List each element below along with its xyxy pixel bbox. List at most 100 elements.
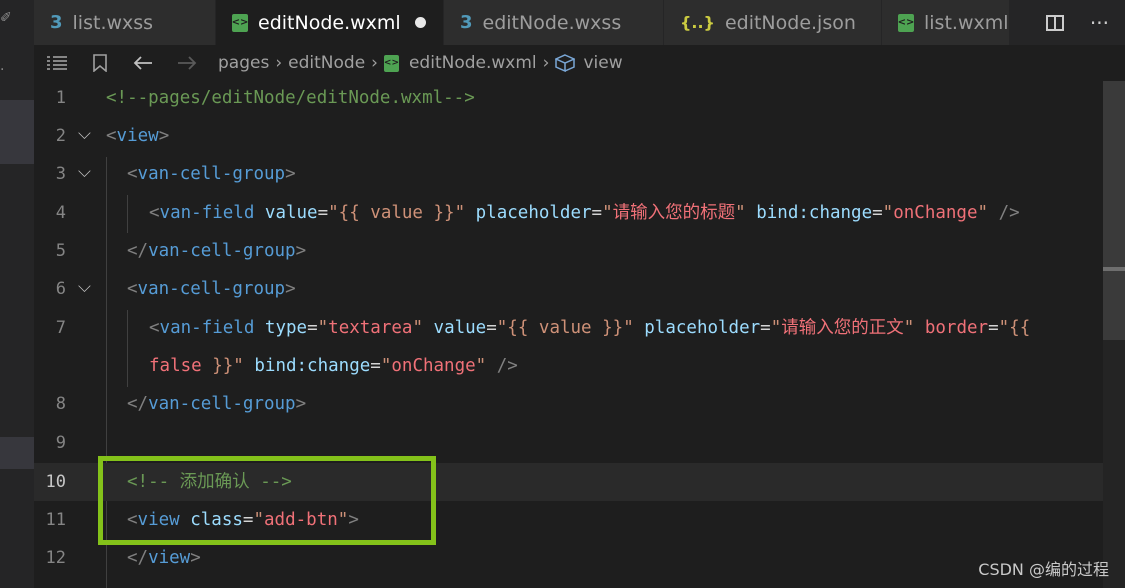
token-string: textarea [328, 318, 413, 338]
editor-tab-bar: 3 list.wxss <> editNode.wxml 3 editNode.… [34, 0, 1125, 45]
split-editor-icon[interactable] [1045, 14, 1064, 31]
vertical-scrollbar[interactable] [1103, 81, 1125, 588]
code-line-3[interactable]: 3 ⌵ <van-cell-group> [34, 155, 1104, 193]
json-icon: {..} [680, 13, 715, 32]
code-line-7[interactable]: 7 <van-field type="textarea" value="{{ v… [34, 309, 1104, 347]
line-number: 2 [55, 126, 66, 146]
cube-icon [555, 54, 576, 72]
token-punc: </ [127, 241, 149, 261]
token-attr: placeholder [465, 203, 592, 223]
code-line-12[interactable]: 12 </view> [34, 539, 1104, 577]
token-punc: /> [486, 356, 518, 376]
activity-edge-icon: ✐ [0, 10, 12, 26]
code-comment: <!-- 添加确认 --> [127, 472, 292, 492]
back-arrow-icon[interactable] [132, 55, 154, 71]
code-line-1[interactable]: 1 <!--pages/editNode/editNode.wxml--> [34, 79, 1104, 117]
token-eq: = [317, 203, 329, 223]
token-string: false [149, 356, 202, 376]
code-line-4[interactable]: 4 <van-field value="{{ value }}" placeho… [34, 194, 1104, 232]
breadcrumb-item-editnode[interactable]: editNode [288, 53, 365, 73]
token-punc: > [285, 164, 296, 184]
activity-item-selected[interactable] [0, 100, 34, 164]
fold-chevron-icon[interactable]: ⌵ [78, 155, 91, 189]
code-line-5[interactable]: 5 </van-cell-group> [34, 232, 1104, 270]
token-punc: < [149, 203, 160, 223]
code-line-7-wrap[interactable]: false }}" bind:change="onChange" /> [34, 347, 1104, 385]
outline-list-icon[interactable] [46, 55, 68, 71]
tab-label: list.wxml [924, 11, 1009, 34]
code-comment: <!--pages/editNode/editNode.wxml--> [106, 88, 475, 108]
wxml-icon: <> [384, 54, 399, 72]
tab-editnode-json[interactable]: {..} editNode.json [664, 0, 882, 45]
activity-item-lower[interactable] [0, 437, 34, 469]
token-tag: van-field [159, 203, 255, 223]
code-editor[interactable]: 1 <!--pages/editNode/editNode.wxml--> 2 … [34, 81, 1125, 588]
css-icon: 3 [460, 12, 473, 33]
token-string: "{{ value }}" [328, 203, 466, 223]
token-quote: " [903, 318, 915, 338]
tab-label: editNode.json [724, 11, 856, 34]
line-number: 5 [55, 241, 66, 261]
token-punc: > [295, 394, 307, 414]
fold-chevron-icon[interactable]: ⌵ [78, 270, 91, 304]
tab-label: editNode.wxml [258, 11, 401, 34]
code-line-10[interactable]: 10 <!-- 添加确认 --> [34, 463, 1104, 501]
token-punc: < [127, 164, 138, 184]
code-text: <van-cell-group> [127, 270, 296, 308]
code-line-8[interactable]: 8 </van-cell-group> [34, 385, 1104, 423]
token-quote: " [735, 203, 746, 223]
more-actions-icon[interactable]: ··· [1090, 11, 1109, 35]
token-quote: " [253, 510, 265, 530]
token-punc: > [158, 126, 170, 146]
fold-chevron-icon[interactable]: ⌵ [78, 117, 91, 151]
breadcrumb-item-view[interactable]: view [583, 53, 622, 73]
token-quote: " [317, 318, 329, 338]
token-punc: > [348, 510, 359, 530]
token-punc: < [106, 126, 117, 146]
token-eq: = [872, 203, 883, 223]
tab-actions: ··· [1045, 0, 1125, 45]
token-punc: < [127, 510, 138, 530]
token-quote: " [475, 356, 487, 376]
code-line-2[interactable]: 2 ⌵ <view> [34, 117, 1104, 155]
forward-arrow-icon[interactable] [176, 55, 198, 71]
code-line-9[interactable]: 9 [34, 424, 1104, 462]
token-punc: > [285, 279, 296, 299]
bookmark-icon[interactable] [92, 54, 108, 72]
tab-editnode-wxss[interactable]: 3 editNode.wxss [444, 0, 664, 45]
unsaved-dot-icon[interactable] [414, 17, 426, 28]
css-icon: 3 [50, 12, 63, 33]
token-eq: = [988, 318, 999, 338]
chevron-right-icon: › [371, 53, 378, 73]
line-number: 7 [55, 318, 66, 338]
token-tag: van-cell-group [148, 241, 296, 261]
code-text: </van-cell-group> [127, 232, 306, 270]
code-line-11[interactable]: 11 <view class="add-btn"> [34, 501, 1104, 539]
token-string: 请输入您的正文 [781, 318, 904, 338]
code-line-6[interactable]: 6 ⌵ <van-cell-group> [34, 270, 1104, 308]
token-tag: view [148, 548, 191, 568]
chevron-right-icon: › [275, 53, 283, 73]
breadcrumb-item-file[interactable]: editNode.wxml [409, 53, 537, 73]
token-punc: < [127, 279, 138, 299]
line-number: 1 [55, 88, 66, 108]
token-eq: = [242, 510, 254, 530]
token-string: onChange [391, 356, 476, 376]
breadcrumb-item-pages[interactable]: pages [218, 53, 269, 73]
token-punc: /> [988, 203, 1020, 223]
code-text: <view class="add-btn"> [127, 501, 359, 539]
token-punc: </ [127, 394, 149, 414]
tab-list-wxss[interactable]: 3 list.wxss [34, 0, 216, 45]
token-eq: = [370, 356, 381, 376]
token-tag: van-cell-group [137, 279, 286, 299]
breadcrumb: pages › editNode › <> editNode.wxml › vi… [34, 45, 1125, 81]
line-number: 12 [45, 548, 66, 568]
tab-list-wxml[interactable]: <> list.wxml [882, 0, 1010, 45]
token-attr: type [254, 318, 308, 338]
token-tag: van-cell-group [137, 164, 286, 184]
token-attr: class [179, 510, 243, 530]
line-number: 10 [45, 472, 66, 492]
token-tag: van-field [159, 318, 255, 338]
scrollbar-thumb[interactable] [1103, 81, 1125, 340]
tab-editnode-wxml[interactable]: <> editNode.wxml [216, 0, 444, 45]
